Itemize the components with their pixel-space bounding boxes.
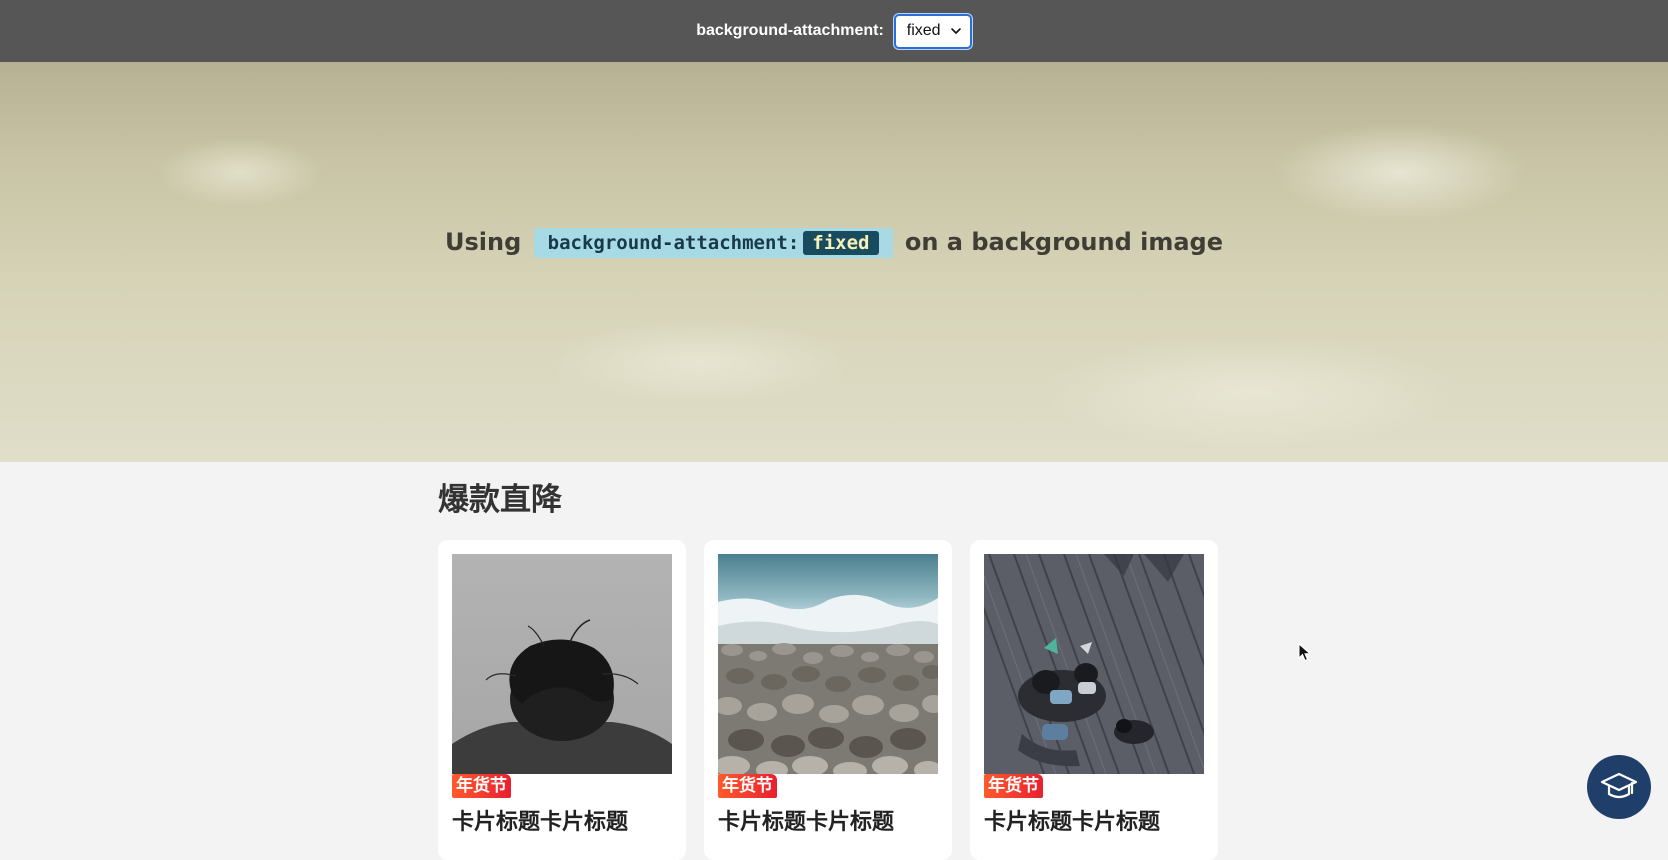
mouse-pointer-icon [1298,643,1312,662]
hero-suffix: on a background image [904,228,1223,256]
card-image-boardwalk [984,554,1204,774]
card-title: 卡片标题卡片标题 [984,810,1161,835]
code-value: fixed [803,231,879,255]
card-badge: 年货节 [984,774,1043,798]
code-snippet: background-attachment: fixed [533,228,893,258]
product-card[interactable]: 年货节 卡片标题卡片标题 [704,540,952,860]
control-bar: background-attachment: fixed [0,0,1668,62]
attachment-select-value: fixed [906,22,941,39]
card-image-pebbles [718,554,938,774]
card-title: 卡片标题卡片标题 [718,810,895,835]
graduation-cap-icon [1600,772,1638,799]
hero-prefix: Using [445,228,522,256]
attachment-label: background-attachment: [696,22,884,39]
attachment-select[interactable]: fixed [893,13,972,49]
card-badge: 年货节 [452,774,511,798]
section-title: 爆款直降 [438,482,562,518]
chevron-down-icon [950,27,961,34]
product-card[interactable]: 年货节 卡片标题卡片标题 [970,540,1218,860]
help-fab[interactable] [1587,755,1651,819]
hero-banner: Using background-attachment: fixed on a b… [0,62,1668,462]
hero-heading: Using background-attachment: fixed on a b… [0,228,1668,258]
card-badge: 年货节 [718,774,777,798]
card-title: 卡片标题卡片标题 [452,810,629,835]
card-image-woman [452,554,672,774]
product-card[interactable]: 年货节 卡片标题卡片标题 [438,540,686,860]
code-property: background-attachment: [547,232,800,254]
